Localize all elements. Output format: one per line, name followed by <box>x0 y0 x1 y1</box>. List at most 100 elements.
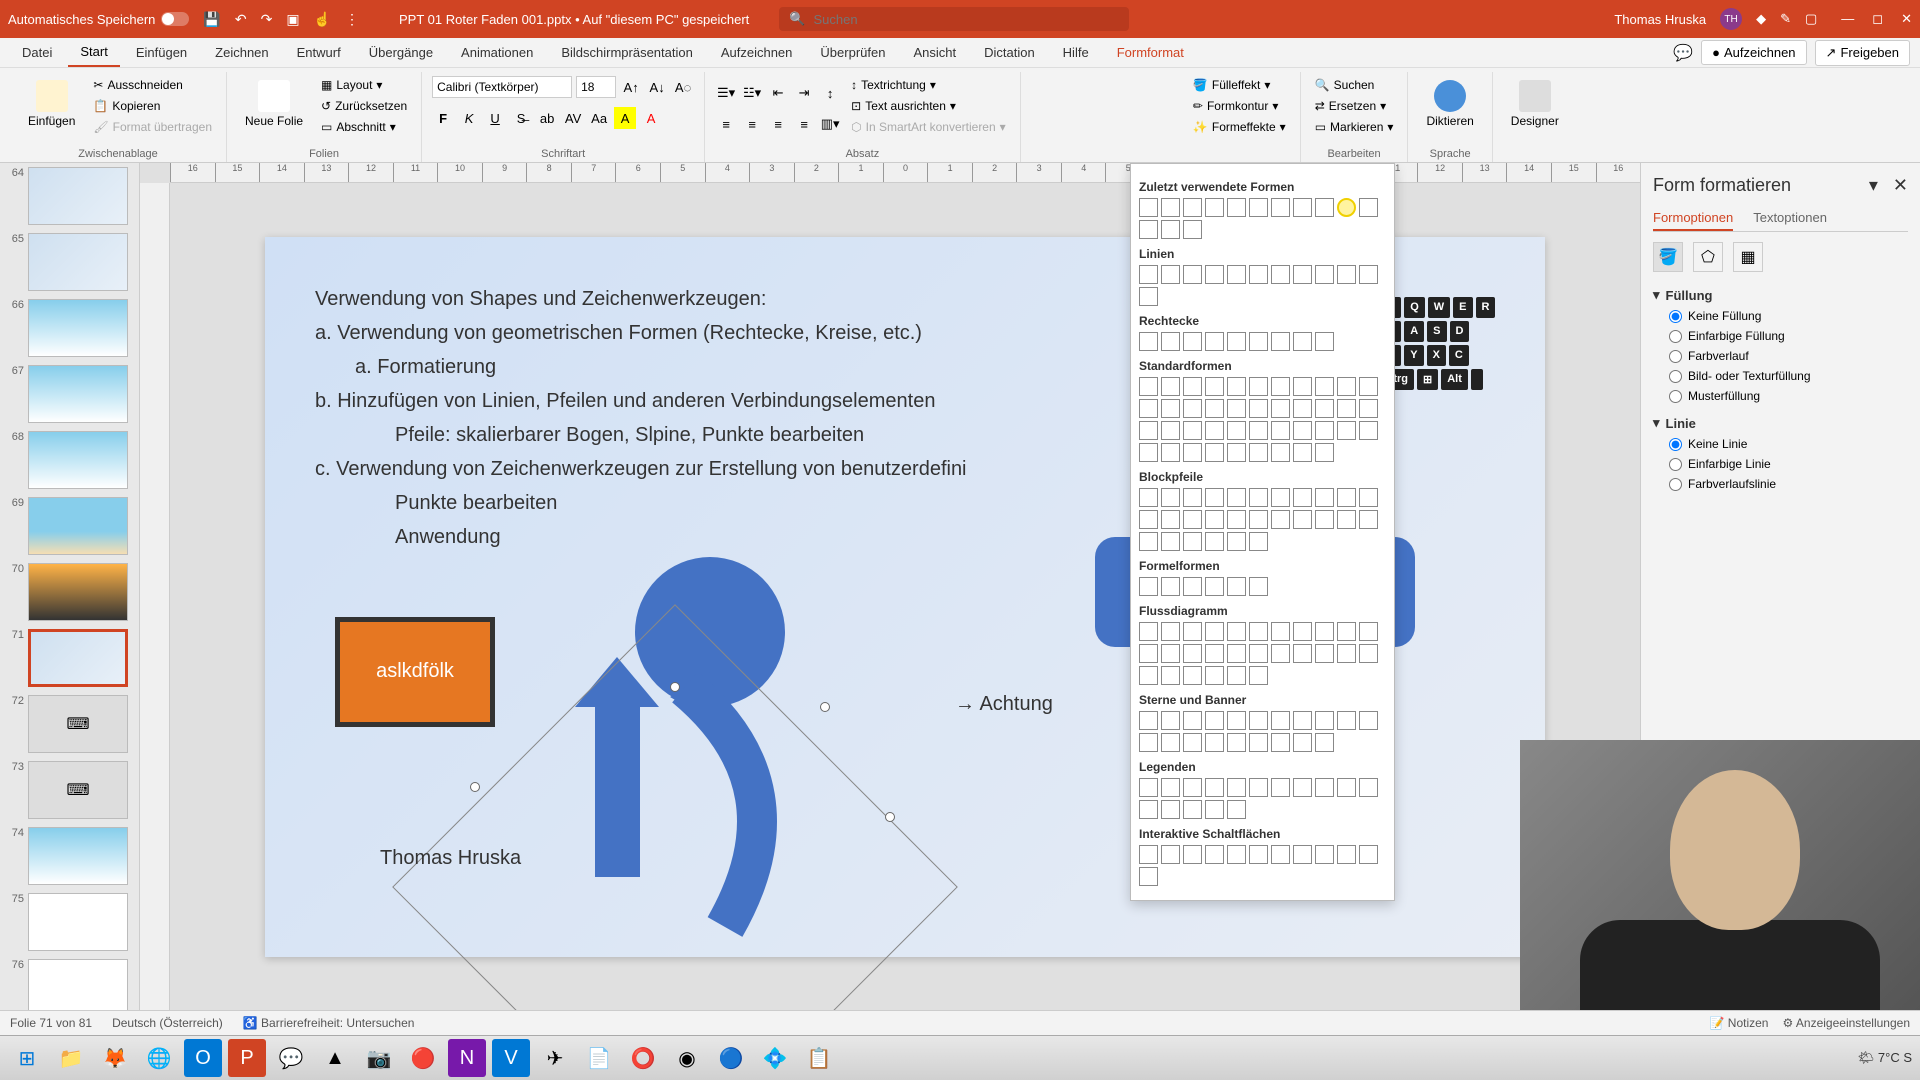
pen-icon[interactable]: ✎ <box>1780 11 1791 27</box>
shape-option[interactable] <box>1205 577 1224 596</box>
shape-option[interactable] <box>1227 443 1246 462</box>
shape-option[interactable] <box>1205 778 1224 797</box>
shape-option[interactable] <box>1183 778 1202 797</box>
shape-option[interactable] <box>1249 421 1268 440</box>
thumb-71[interactable] <box>28 629 128 687</box>
designer-button[interactable]: Designer <box>1503 76 1567 132</box>
shape-option[interactable] <box>1227 577 1246 596</box>
shape-option[interactable] <box>1161 220 1180 239</box>
opt-bild-textur[interactable]: Bild- oder Texturfüllung <box>1669 369 1908 383</box>
status-accessibility[interactable]: ♿ Barrierefreiheit: Untersuchen <box>243 1016 415 1030</box>
thumb-65[interactable] <box>28 233 128 291</box>
shape-option[interactable] <box>1293 778 1312 797</box>
shape-option[interactable] <box>1161 622 1180 641</box>
shape-option[interactable] <box>1183 443 1202 462</box>
shape-option[interactable] <box>1337 644 1356 663</box>
shape-option[interactable] <box>1227 510 1246 529</box>
selection-handle[interactable] <box>885 812 895 822</box>
shape-option[interactable] <box>1183 577 1202 596</box>
shape-option[interactable] <box>1161 377 1180 396</box>
shape-option[interactable] <box>1205 265 1224 284</box>
shape-option[interactable] <box>1315 443 1334 462</box>
selection-handle[interactable] <box>470 782 480 792</box>
shape-option[interactable] <box>1293 711 1312 730</box>
indent-inc-button[interactable]: ⇥ <box>793 82 815 104</box>
shape-option[interactable] <box>1183 845 1202 864</box>
shape-option[interactable] <box>1139 845 1158 864</box>
shape-option[interactable] <box>1359 778 1378 797</box>
close-icon[interactable]: ✕ <box>1901 11 1912 27</box>
align-center-button[interactable]: ≡ <box>741 113 763 135</box>
shape-option[interactable] <box>1293 845 1312 864</box>
shape-option[interactable] <box>1249 399 1268 418</box>
shape-option[interactable] <box>1271 488 1290 507</box>
shape-outline-button[interactable]: ✏ Formkontur ▾ <box>1189 97 1290 115</box>
find-button[interactable]: 🔍 Suchen <box>1311 76 1398 94</box>
qat-more-icon[interactable]: ⋮ <box>345 11 359 28</box>
tab-zeichnen[interactable]: Zeichnen <box>203 39 280 66</box>
align-text-button[interactable]: ⊡ Text ausrichten ▾ <box>847 97 1010 115</box>
shape-option[interactable] <box>1249 510 1268 529</box>
shape-option[interactable] <box>1139 220 1158 239</box>
shape-option[interactable] <box>1315 622 1334 641</box>
shape-option[interactable] <box>1139 510 1158 529</box>
shape-option[interactable] <box>1337 265 1356 284</box>
shape-option[interactable] <box>1227 532 1246 551</box>
shape-option[interactable] <box>1183 733 1202 752</box>
shape-option[interactable] <box>1183 711 1202 730</box>
shape-option[interactable] <box>1139 443 1158 462</box>
vlc-icon[interactable]: ▲ <box>316 1039 354 1077</box>
align-justify-button[interactable]: ≡ <box>793 113 815 135</box>
outlook-icon[interactable]: O <box>184 1039 222 1077</box>
shape-option[interactable] <box>1139 800 1158 819</box>
tab-entwurf[interactable]: Entwurf <box>285 39 353 66</box>
shape-option[interactable] <box>1183 421 1202 440</box>
shape-option[interactable] <box>1161 265 1180 284</box>
shape-option[interactable] <box>1161 577 1180 596</box>
tab-formformat[interactable]: Formformat <box>1105 39 1196 66</box>
shape-option[interactable] <box>1227 800 1246 819</box>
shape-option[interactable] <box>1337 488 1356 507</box>
thumb-68[interactable] <box>28 431 128 489</box>
shape-option[interactable] <box>1315 733 1334 752</box>
shape-option[interactable] <box>1227 666 1246 685</box>
shape-option[interactable] <box>1359 265 1378 284</box>
clear-format-icon[interactable]: A◌ <box>672 76 694 98</box>
thumb-67[interactable] <box>28 365 128 423</box>
shape-option[interactable] <box>1271 377 1290 396</box>
coming-soon-icon[interactable]: ◆ <box>1756 11 1766 27</box>
shape-option[interactable] <box>1227 399 1246 418</box>
minimize-icon[interactable]: — <box>1841 11 1854 27</box>
shape-option[interactable] <box>1337 778 1356 797</box>
replace-button[interactable]: ⇄ Ersetzen ▾ <box>1311 97 1398 115</box>
shape-option[interactable] <box>1337 845 1356 864</box>
slide-thumbnails[interactable]: 64 65 66 67 68 69 70 71 72⌨ 73⌨ 74 75 76… <box>0 163 140 1010</box>
shape-option[interactable] <box>1139 644 1158 663</box>
shape-option[interactable] <box>1183 510 1202 529</box>
shape-option[interactable] <box>1271 644 1290 663</box>
shape-option[interactable] <box>1249 666 1268 685</box>
shape-option[interactable] <box>1139 711 1158 730</box>
shape-option[interactable] <box>1183 399 1202 418</box>
shape-option[interactable] <box>1359 510 1378 529</box>
shape-option[interactable] <box>1359 377 1378 396</box>
shape-option[interactable] <box>1293 733 1312 752</box>
tab-start[interactable]: Start <box>68 38 119 67</box>
effects-icon[interactable]: ⬠ <box>1693 242 1723 272</box>
tab-bildschirm[interactable]: Bildschirmpräsentation <box>549 39 705 66</box>
shape-option[interactable] <box>1293 421 1312 440</box>
shape-option[interactable] <box>1139 421 1158 440</box>
shape-option[interactable] <box>1271 399 1290 418</box>
save-icon[interactable]: 💾 <box>203 11 220 28</box>
opt-farbverlaufslinie[interactable]: Farbverlaufslinie <box>1669 477 1908 491</box>
orange-rectangle-shape[interactable]: aslkdfölk <box>335 617 495 727</box>
undo-icon[interactable]: ↶ <box>235 11 247 28</box>
shape-option[interactable] <box>1227 332 1246 351</box>
shape-option[interactable] <box>1293 377 1312 396</box>
shape-option[interactable] <box>1337 377 1356 396</box>
shape-option[interactable] <box>1205 488 1224 507</box>
shape-option[interactable] <box>1293 622 1312 641</box>
shape-option[interactable] <box>1161 510 1180 529</box>
shape-option[interactable] <box>1315 377 1334 396</box>
shape-option[interactable] <box>1359 421 1378 440</box>
